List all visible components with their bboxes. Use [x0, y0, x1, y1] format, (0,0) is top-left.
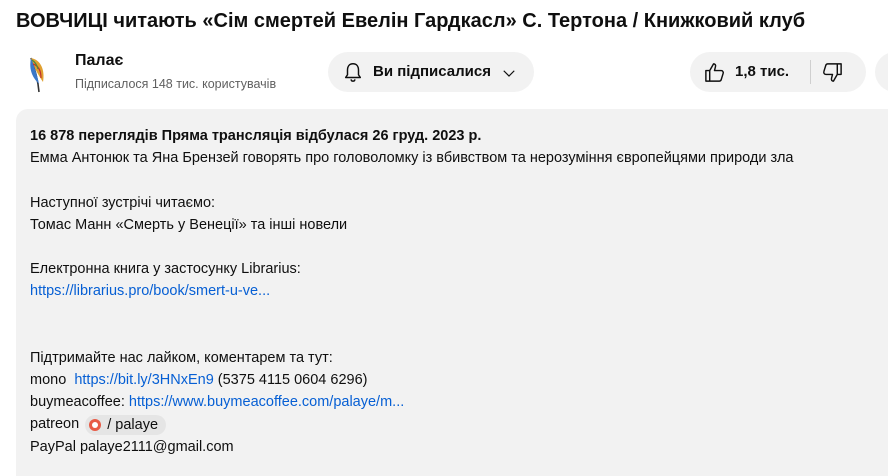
- view-count-and-date: 16 878 переглядів Пряма трансляція відбу…: [30, 128, 482, 144]
- mono-line: mono https://bit.ly/3HNxEn9 (5375 4115 0…: [30, 369, 888, 391]
- like-dislike-group: 1,8 тис.: [690, 52, 866, 92]
- description-box[interactable]: 16 878 переглядів Пряма трансляція відбу…: [16, 109, 888, 476]
- chevron-down-icon: [503, 70, 515, 77]
- ebook-label: Електронна книга у застосунку Librarius:: [30, 261, 301, 278]
- channel-avatar[interactable]: [21, 50, 57, 94]
- patreon-icon: [89, 418, 102, 431]
- patreon-tag[interactable]: / palaye: [85, 414, 167, 435]
- like-count: 1,8 тис.: [735, 63, 790, 80]
- patreon-handle: / palaye: [107, 416, 159, 433]
- patreon-label: patreon: [30, 416, 80, 433]
- mono-label: mono: [30, 372, 67, 389]
- channel-name[interactable]: Палає: [75, 52, 123, 70]
- ebook-link[interactable]: https://librarius.pro/book/smert-u-ve...: [30, 283, 270, 299]
- buymeacoffee-line: buymeacoffee: https://www.buymeacoffee.c…: [30, 391, 888, 413]
- like-button[interactable]: 1,8 тис.: [690, 52, 810, 92]
- thumbs-down-icon: [823, 63, 842, 82]
- more-actions-button[interactable]: [875, 52, 888, 92]
- buymeacoffee-link[interactable]: https://www.buymeacoffee.com/palaye/m...: [129, 394, 404, 410]
- paypal-line: PayPal palaye2111@gmail.com: [30, 438, 234, 455]
- mono-link[interactable]: https://bit.ly/3HNxEn9: [74, 372, 213, 388]
- buymeacoffee-label: buymeacoffee:: [30, 394, 129, 411]
- description-line: Емма Антонюк та Яна Брензей говорять про…: [30, 150, 794, 167]
- dislike-button[interactable]: [811, 52, 866, 92]
- subscribe-button[interactable]: Ви підписалися: [328, 52, 534, 92]
- next-meeting-heading: Наступної зустрічі читаємо:: [30, 194, 216, 211]
- video-title: ВОВЧИЦІ читають «Сім смертей Евелін Гард…: [16, 10, 806, 32]
- thumbs-up-icon: [705, 63, 724, 82]
- bell-icon: [344, 63, 362, 82]
- support-heading: Підтримайте нас лайком, коментарем та ту…: [30, 349, 333, 366]
- next-book: Томас Манн «Смерть у Венеції» та інші но…: [30, 216, 348, 233]
- feather-logo-icon: [30, 57, 44, 93]
- subscribe-label: Ви підписалися: [373, 63, 491, 80]
- mono-card-number: (5375 4115 0604 6296): [213, 372, 368, 389]
- patreon-line: patreon / palaye: [30, 413, 888, 435]
- subscriber-count: Підписалося 148 тис. користувачів: [75, 77, 277, 91]
